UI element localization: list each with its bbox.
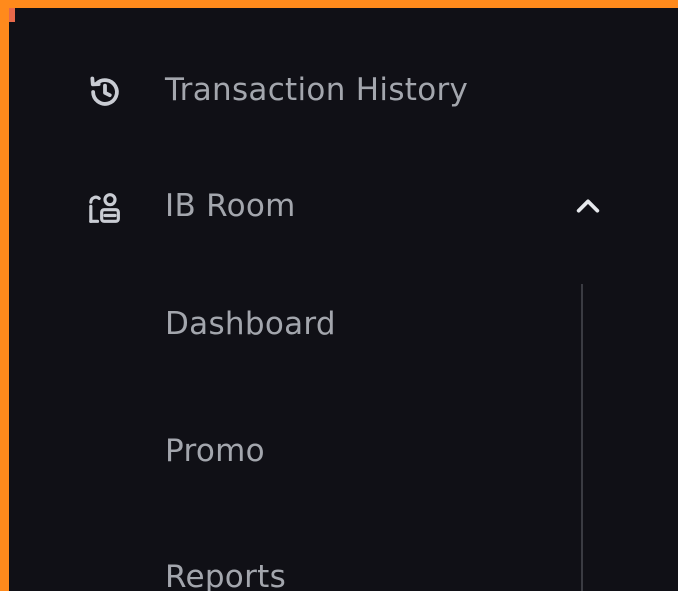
menu-item-label: IB Room [165,188,296,224]
menu-item-transaction-history[interactable]: Transaction History [9,68,678,148]
chevron-up-icon[interactable] [571,189,605,223]
submenu-item-label: Promo [165,433,265,469]
ib-room-icon [83,186,127,230]
submenu-item-label: Reports [165,559,287,591]
submenu-item-reports[interactable]: Reports [9,557,569,591]
submenu-item-promo[interactable]: Promo [9,431,569,491]
submenu-item-dashboard[interactable]: Dashboard [9,304,569,364]
menu-item-ib-room[interactable]: IB Room [9,186,678,266]
sidebar-menu: Transaction History IB Room Dashboard Pr… [9,8,678,591]
corner-marker [9,8,15,22]
submenu-divider [581,284,583,591]
menu-item-label: Transaction History [165,72,469,108]
submenu-item-label: Dashboard [165,306,336,342]
history-icon [83,70,127,114]
